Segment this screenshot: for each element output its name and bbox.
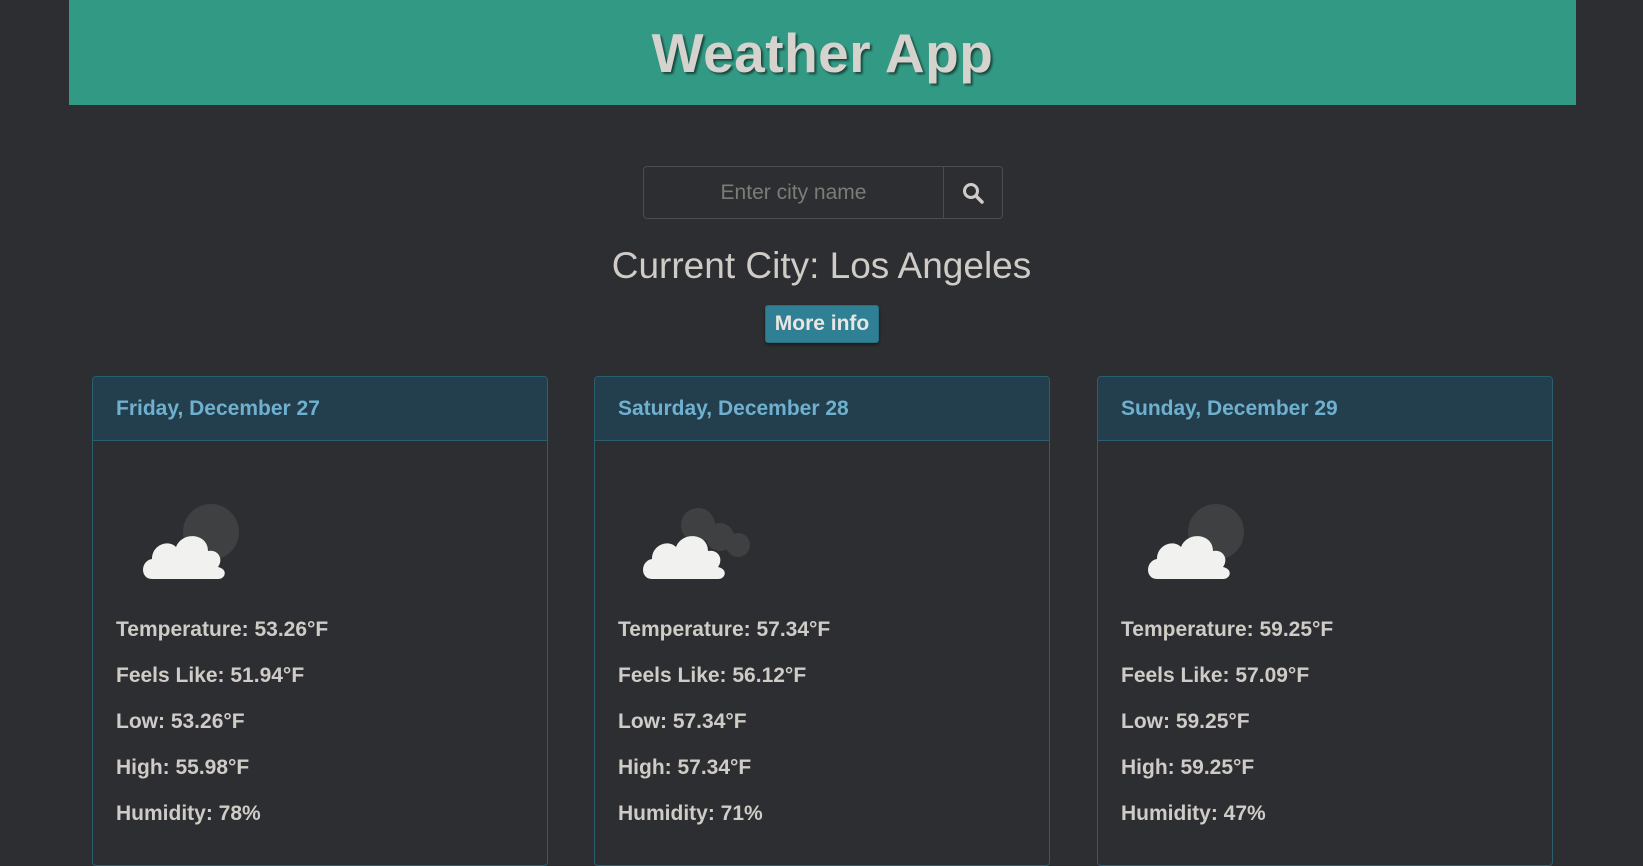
feels-like-value: Feels Like: 56.12°F [618,664,807,687]
partly-cloudy-night-icon [1143,503,1253,588]
humidity-value: Humidity: 47% [1121,802,1266,825]
high-value: High: 55.98°F [116,756,250,779]
forecast-stats: Temperature: 59.25°F Feels Like: 57.09°F… [1121,619,1333,849]
temperature-value: Temperature: 53.26°F [116,618,329,641]
search-bar [643,166,1003,219]
partly-cloudy-night-icon [138,503,248,588]
feels-like-value: Feels Like: 57.09°F [1121,664,1310,687]
high-value: High: 57.34°F [618,756,752,779]
low-value: Low: 53.26°F [116,710,245,733]
more-info-button[interactable]: More info [765,305,879,343]
app-title: Weather App [651,21,994,84]
city-search-input[interactable] [643,166,943,219]
search-icon [963,182,984,204]
forecast-date: Saturday, December 28 [595,377,1049,441]
forecast-date: Friday, December 27 [93,377,547,441]
broken-clouds-icon [640,503,760,588]
temperature-value: Temperature: 59.25°F [1121,618,1334,641]
humidity-value: Humidity: 71% [618,802,763,825]
forecast-card: Friday, December 27 Temperature: 53.26°F… [92,376,548,866]
forecast-card: Sunday, December 29 Temperature: 59.25°F… [1097,376,1553,866]
app-header: Weather App [69,0,1576,105]
feels-like-value: Feels Like: 51.94°F [116,664,305,687]
forecast-date: Sunday, December 29 [1098,377,1552,441]
search-button[interactable] [943,166,1003,219]
current-city-heading: Current City: Los Angeles [611,245,1032,286]
temperature-value: Temperature: 57.34°F [618,618,831,641]
forecast-stats: Temperature: 57.34°F Feels Like: 56.12°F… [618,619,830,849]
forecast-card: Saturday, December 28 Temperature: 57.34… [594,376,1050,866]
low-value: Low: 59.25°F [1121,710,1250,733]
forecast-stats: Temperature: 53.26°F Feels Like: 51.94°F… [116,619,328,849]
low-value: Low: 57.34°F [618,710,747,733]
humidity-value: Humidity: 78% [116,802,261,825]
high-value: High: 59.25°F [1121,756,1255,779]
